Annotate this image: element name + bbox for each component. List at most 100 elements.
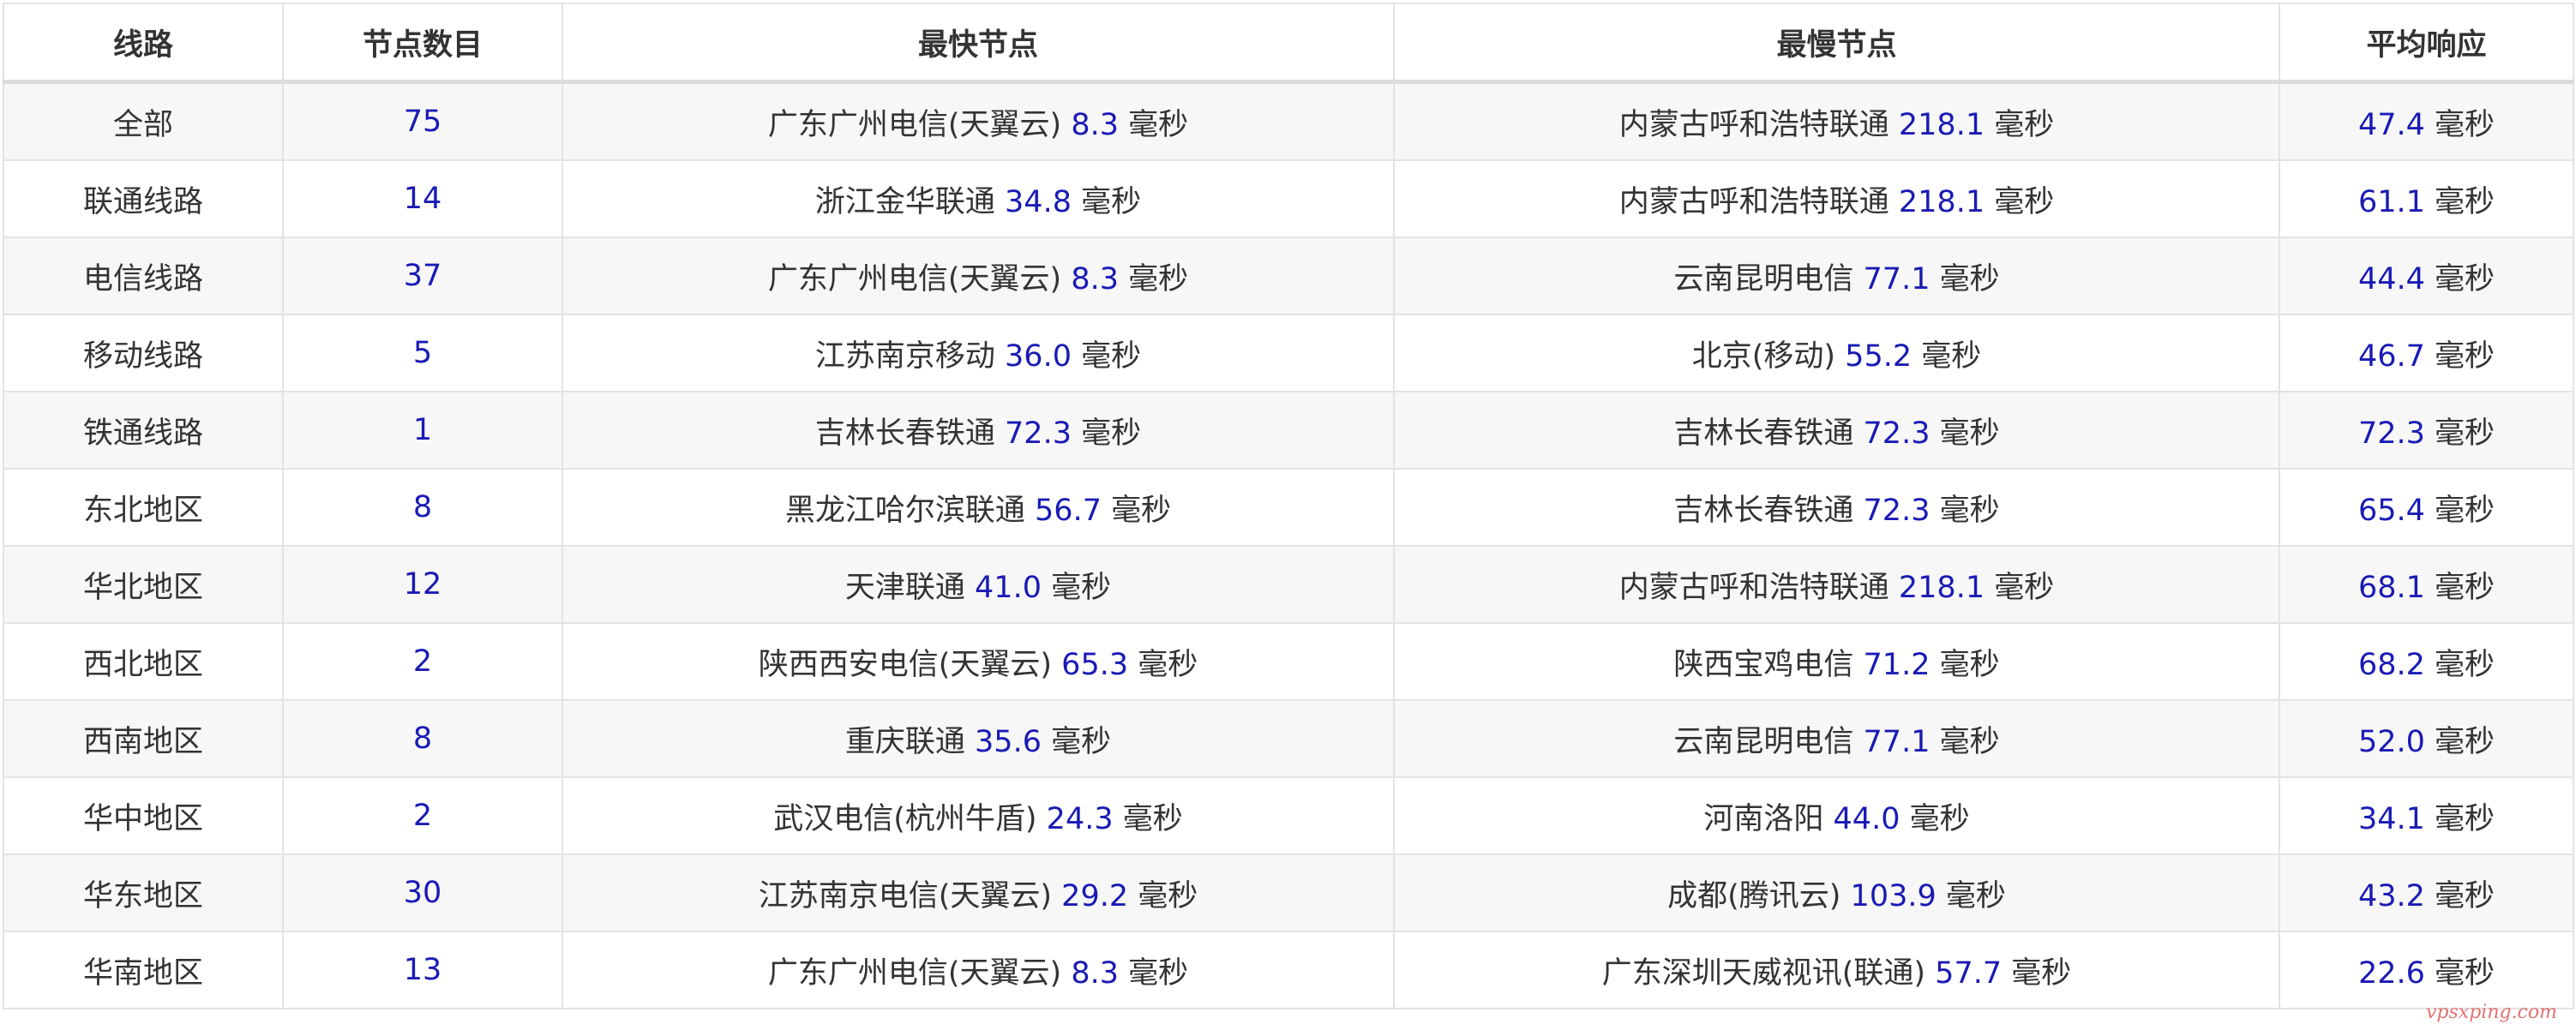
table-row: 西南地区 8 重庆联通 35.6 毫秒 云南昆明电信 77.1 毫秒 52.0 毫秒 [3,699,2574,778]
node-count-cell: 5 [282,314,563,392]
fastest-node-latency: 8.3 [1071,955,1119,991]
route-label: 电信线路 [82,261,203,296]
slowest-node-cell: 云南昆明电信 77.1 毫秒 [1393,699,2280,778]
fastest-node-name: 广东广州电信(天翼云) [767,261,1062,296]
unit-label: 毫秒 [1051,570,1112,605]
fastest-node-cell: 广东广州电信(天翼云) 8.3 毫秒 [561,81,1395,161]
slowest-node-name: 吉林长春铁通 [1673,416,1854,451]
node-count: 5 [412,336,433,370]
slowest-node-name: 陕西宝鸡电信 [1673,647,1854,682]
table-row: 联通线路 14 浙江金华联通 34.8 毫秒 内蒙古呼和浩特联通 218.1 毫秒 61… [3,159,2574,238]
route-cell: 西南地区 [3,699,284,778]
node-count-cell: 2 [282,622,563,701]
node-count-cell: 1 [282,391,563,470]
unit-label: 毫秒 [2011,955,2072,991]
node-count: 37 [403,259,442,293]
table-row: 华东地区 30 江苏南京电信(天翼云) 29.2 毫秒 成都(腾讯云) 103.9 毫… [3,853,2574,932]
unit-label: 毫秒 [1994,570,2055,605]
unit-label: 毫秒 [2435,724,2495,759]
fastest-node-name: 广东广州电信(天翼云) [767,107,1062,142]
average-latency: 68.2 [2357,647,2425,682]
slowest-node-latency: 72.3 [1863,416,1930,451]
unit-label: 毫秒 [2435,801,2495,836]
table-row: 移动线路 5 江苏南京移动 36.0 毫秒 北京(移动) 55.2 毫秒 46.7 毫秒 [3,314,2574,392]
unit-label: 毫秒 [1945,878,2006,913]
node-count-cell: 8 [282,468,563,547]
slowest-node-cell: 成都(腾讯云) 103.9 毫秒 [1393,853,2280,932]
route-label: 华北地区 [82,570,203,605]
header-route: 线路 [3,3,284,84]
unit-label: 毫秒 [2435,647,2495,682]
table-row: 华中地区 2 武汉电信(杭州牛盾) 24.3 毫秒 河南洛阳 44.0 毫秒 34.1 … [3,776,2574,855]
slowest-node-name: 广东深圳天威视讯(联通) [1601,955,1926,991]
table-row: 东北地区 8 黑龙江哈尔滨联通 56.7 毫秒 吉林长春铁通 72.3 毫秒 65.4 … [3,468,2574,547]
node-count: 8 [412,490,433,524]
fastest-node-cell: 浙江金华联通 34.8 毫秒 [561,159,1395,238]
average-response-cell: 61.1 毫秒 [2279,159,2574,238]
fastest-node-cell: 广东广州电信(天翼云) 8.3 毫秒 [561,931,1395,1009]
fastest-node-name: 天津联通 [844,570,965,605]
slowest-node-latency: 72.3 [1863,493,1930,528]
slowest-node-name: 成都(腾讯云) [1667,878,1841,913]
route-label: 移动线路 [82,338,203,374]
fastest-node-name: 黑龙江哈尔滨联通 [784,493,1025,528]
node-count-cell: 13 [282,931,563,1009]
average-response-cell: 34.1 毫秒 [2279,776,2574,855]
unit-label: 毫秒 [1081,184,1142,219]
unit-label: 毫秒 [1994,184,2055,219]
slowest-node-name: 云南昆明电信 [1673,724,1854,759]
average-latency: 52.0 [2357,724,2425,759]
node-count: 30 [403,876,442,910]
unit-label: 毫秒 [1939,724,2000,759]
slowest-node-latency: 103.9 [1850,878,1937,913]
unit-label: 毫秒 [1138,647,1198,682]
unit-label: 毫秒 [2435,416,2495,451]
unit-label: 毫秒 [1909,801,1970,836]
slowest-node-cell: 云南昆明电信 77.1 毫秒 [1393,237,2280,315]
fastest-node-cell: 天津联通 41.0 毫秒 [561,545,1395,624]
average-latency: 46.7 [2357,338,2425,374]
fastest-node-latency: 8.3 [1071,261,1119,296]
unit-label: 毫秒 [1128,107,1189,142]
node-count: 8 [412,722,433,756]
route-label: 西北地区 [82,647,203,682]
fastest-node-latency: 41.0 [975,570,1042,605]
unit-label: 毫秒 [1111,493,1172,528]
unit-label: 毫秒 [1921,338,1982,374]
node-count-cell: 75 [282,81,563,161]
unit-label: 毫秒 [1939,647,2000,682]
table-row: 铁通线路 1 吉林长春铁通 72.3 毫秒 吉林长春铁通 72.3 毫秒 72.3 毫秒 [3,391,2574,470]
route-cell: 华北地区 [3,545,284,624]
slowest-node-name: 内蒙古呼和浩特联通 [1618,570,1889,605]
fastest-node-cell: 江苏南京电信(天翼云) 29.2 毫秒 [561,853,1395,932]
node-count-cell: 14 [282,159,563,238]
fastest-node-cell: 江苏南京移动 36.0 毫秒 [561,314,1395,392]
average-response-cell: 72.3 毫秒 [2279,391,2574,470]
average-response-cell: 65.4 毫秒 [2279,468,2574,547]
average-latency: 68.1 [2357,570,2425,605]
node-count-cell: 8 [282,699,563,778]
slowest-node-latency: 218.1 [1898,184,1985,219]
unit-label: 毫秒 [1939,416,2000,451]
header-node-count: 节点数目 [282,3,563,84]
table-row: 华南地区 13 广东广州电信(天翼云) 8.3 毫秒 广东深圳天威视讯(联通) 57.… [3,931,2574,1009]
average-response-cell: 44.4 毫秒 [2279,237,2574,315]
slowest-node-name: 河南洛阳 [1703,801,1824,836]
unit-label: 毫秒 [2435,261,2495,296]
route-cell: 移动线路 [3,314,284,392]
slowest-node-latency: 218.1 [1898,107,1985,142]
node-count-cell: 2 [282,776,563,855]
route-label: 铁通线路 [82,416,203,451]
unit-label: 毫秒 [1081,338,1142,374]
fastest-node-name: 江苏南京移动 [814,338,995,374]
header-slowest-node: 最慢节点 [1393,3,2280,84]
fastest-node-name: 广东广州电信(天翼云) [767,955,1062,991]
fastest-node-latency: 34.8 [1005,184,1072,219]
average-response-cell: 46.7 毫秒 [2279,314,2574,392]
header-average-response: 平均响应 [2279,3,2574,84]
slowest-node-latency: 77.1 [1863,724,1930,759]
route-cell: 联通线路 [3,159,284,238]
slowest-node-cell: 吉林长春铁通 72.3 毫秒 [1393,468,2280,547]
route-label: 华东地区 [82,878,203,913]
unit-label: 毫秒 [1128,261,1189,296]
